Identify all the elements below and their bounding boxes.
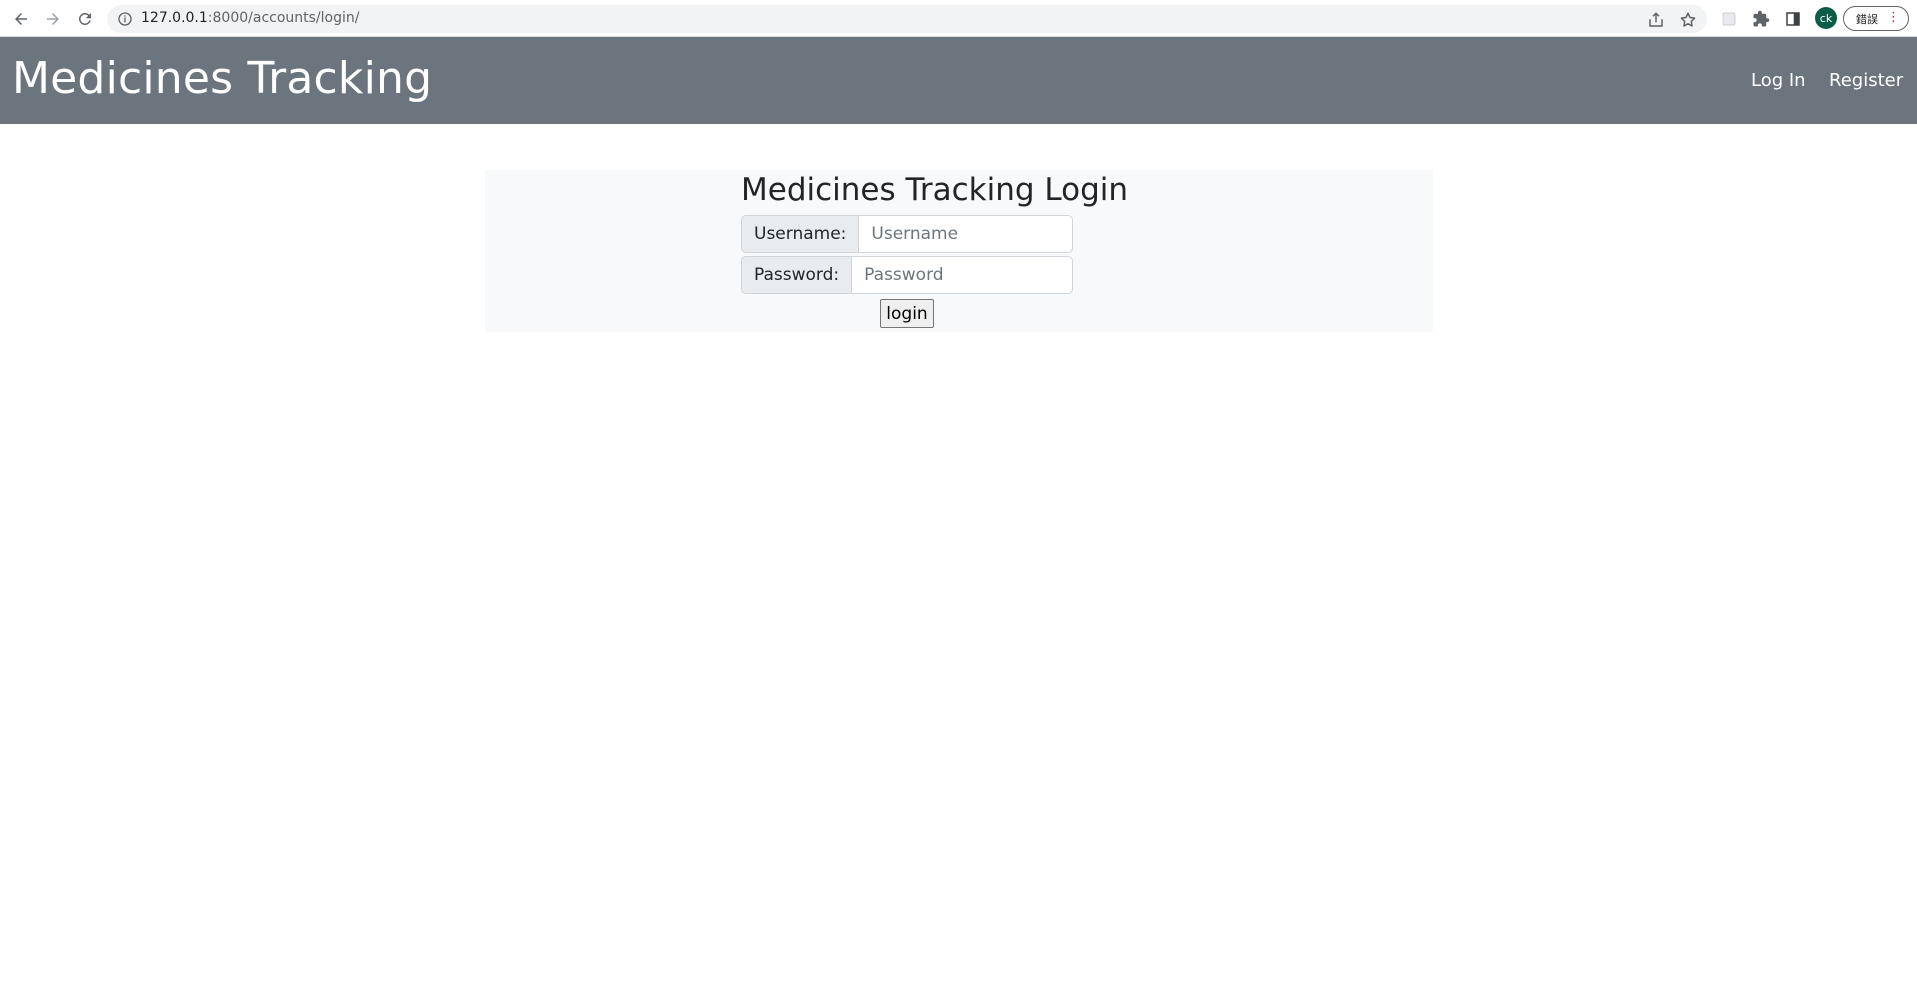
error-chip[interactable]: 錯誤 ⋮ xyxy=(1843,6,1909,31)
login-link[interactable]: Log In xyxy=(1751,70,1806,92)
star-icon[interactable] xyxy=(1679,11,1697,29)
share-icon[interactable] xyxy=(1647,11,1665,29)
more-vertical-icon[interactable]: ⋮ xyxy=(1887,11,1900,25)
brand-title[interactable]: Medicines Tracking xyxy=(12,53,432,105)
url-text: 127.0.0.1:8000/accounts/login/ xyxy=(141,10,359,26)
arrow-right-icon xyxy=(47,13,59,25)
arrow-left-icon xyxy=(15,13,27,25)
address-bar[interactable]: 127.0.0.1:8000/accounts/login/ xyxy=(107,5,1707,33)
app-navbar: Medicines Tracking Log In Register xyxy=(0,37,1917,124)
side-panel-icon[interactable] xyxy=(1782,8,1804,30)
login-panel: Medicines Tracking Login Username: Passw… xyxy=(485,170,1433,332)
login-button[interactable]: login xyxy=(880,299,934,328)
password-input[interactable] xyxy=(851,256,1073,294)
back-button[interactable] xyxy=(8,6,34,32)
reload-icon xyxy=(78,12,91,25)
info-icon[interactable] xyxy=(117,11,133,27)
browser-toolbar: 127.0.0.1:8000/accounts/login/ ck 錯誤 ⋮ xyxy=(0,0,1917,37)
username-input[interactable] xyxy=(858,215,1073,253)
url-path: :8000/accounts/login/ xyxy=(207,10,360,26)
register-link[interactable]: Register xyxy=(1829,70,1903,92)
forward-button[interactable] xyxy=(40,6,66,32)
username-group: Username: xyxy=(741,215,1073,253)
reload-button[interactable] xyxy=(72,6,98,32)
password-group: Password: xyxy=(741,256,1073,294)
password-label: Password: xyxy=(741,256,852,294)
url-host: 127.0.0.1 xyxy=(141,10,208,26)
error-chip-label: 錯誤 xyxy=(1856,12,1878,26)
profile-avatar[interactable]: ck xyxy=(1815,7,1837,29)
login-title: Medicines Tracking Login xyxy=(741,172,1129,208)
username-label: Username: xyxy=(741,215,859,253)
puzzle-icon[interactable] xyxy=(1750,8,1772,30)
profile-initials: ck xyxy=(1819,11,1833,25)
extension-icon[interactable] xyxy=(1718,8,1740,30)
